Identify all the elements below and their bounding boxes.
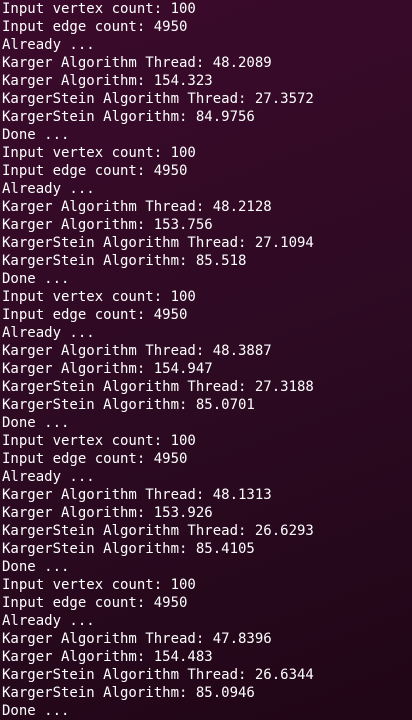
terminal-line: Input vertex count: 100 xyxy=(2,433,196,449)
terminal-line: Input vertex count: 100 xyxy=(2,1,196,17)
terminal-line: Karger Algorithm: 154.323 xyxy=(2,73,213,89)
terminal-line: Done ... xyxy=(2,559,70,575)
terminal-line: Input vertex count: 100 xyxy=(2,289,196,305)
terminal-line: KargerStein Algorithm Thread: 27.1094 xyxy=(2,235,314,251)
terminal-line: Already ... xyxy=(2,37,95,53)
terminal-line: Input edge count: 4950 xyxy=(2,19,188,35)
terminal-line: KargerStein Algorithm Thread: 26.6293 xyxy=(2,523,314,539)
terminal-line: Karger Algorithm Thread: 48.2128 xyxy=(2,199,272,215)
terminal-line: Input vertex count: 100 xyxy=(2,145,196,161)
terminal-line: Karger Algorithm: 154.947 xyxy=(2,361,213,377)
terminal-line: Done ... xyxy=(2,703,70,719)
terminal-line: Done ... xyxy=(2,271,70,287)
terminal-line: KargerStein Algorithm: 85.0946 xyxy=(2,685,255,701)
terminal-line: Already ... xyxy=(2,469,95,485)
terminal-line: Done ... xyxy=(2,415,70,431)
terminal-line: Karger Algorithm Thread: 47.8396 xyxy=(2,631,272,647)
terminal-line: KargerStein Algorithm: 85.518 xyxy=(2,253,247,269)
terminal-line: KargerStein Algorithm Thread: 27.3572 xyxy=(2,91,314,107)
terminal-line: Karger Algorithm Thread: 48.2089 xyxy=(2,55,272,71)
terminal-line: Already ... xyxy=(2,613,95,629)
terminal-line: Input vertex count: 100 xyxy=(2,577,196,593)
terminal-output[interactable]: Input vertex count: 100 Input edge count:… xyxy=(0,0,412,720)
terminal-line: Karger Algorithm Thread: 48.1313 xyxy=(2,487,272,503)
terminal-line: Already ... xyxy=(2,325,95,341)
terminal-line: Input edge count: 4950 xyxy=(2,163,188,179)
terminal-line: KargerStein Algorithm: 84.9756 xyxy=(2,109,255,125)
terminal-line: Karger Algorithm: 153.926 xyxy=(2,505,213,521)
terminal-line: Input edge count: 4950 xyxy=(2,595,188,611)
terminal-line: Input edge count: 4950 xyxy=(2,307,188,323)
terminal-line: KargerStein Algorithm: 85.4105 xyxy=(2,541,255,557)
terminal-line: KargerStein Algorithm Thread: 26.6344 xyxy=(2,667,314,683)
terminal-line: Already ... xyxy=(2,181,95,197)
terminal-line: Karger Algorithm Thread: 48.3887 xyxy=(2,343,272,359)
terminal-line: KargerStein Algorithm Thread: 27.3188 xyxy=(2,379,314,395)
terminal-line: KargerStein Algorithm: 85.0701 xyxy=(2,397,255,413)
terminal-line: Done ... xyxy=(2,127,70,143)
terminal-line: Input edge count: 4950 xyxy=(2,451,188,467)
terminal-line: Karger Algorithm: 153.756 xyxy=(2,217,213,233)
terminal-line: Karger Algorithm: 154.483 xyxy=(2,649,213,665)
